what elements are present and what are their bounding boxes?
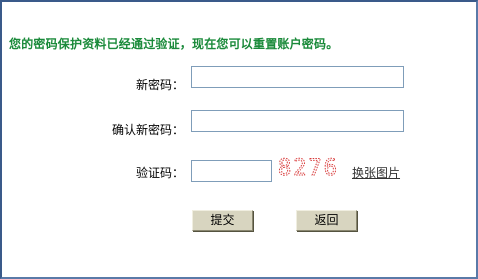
change-image-link[interactable]: 换张图片 (352, 164, 400, 181)
new-password-label: 新密码： (136, 78, 185, 92)
confirm-password-label: 确认新密码： (112, 123, 185, 137)
confirm-password-field[interactable] (191, 110, 404, 132)
captcha-label: 验证码： (136, 166, 185, 180)
captcha-input[interactable] (191, 160, 272, 182)
new-password-field[interactable] (191, 66, 404, 88)
back-button[interactable]: 返回 (296, 210, 357, 231)
captcha-image-text: 8276 (278, 156, 339, 181)
captcha-image: 8276 (278, 156, 339, 182)
submit-button[interactable]: 提交 (192, 210, 253, 231)
verification-notice: 您的密码保护资料已经通过验证，现在您可以重置账户密码。 (9, 37, 339, 51)
